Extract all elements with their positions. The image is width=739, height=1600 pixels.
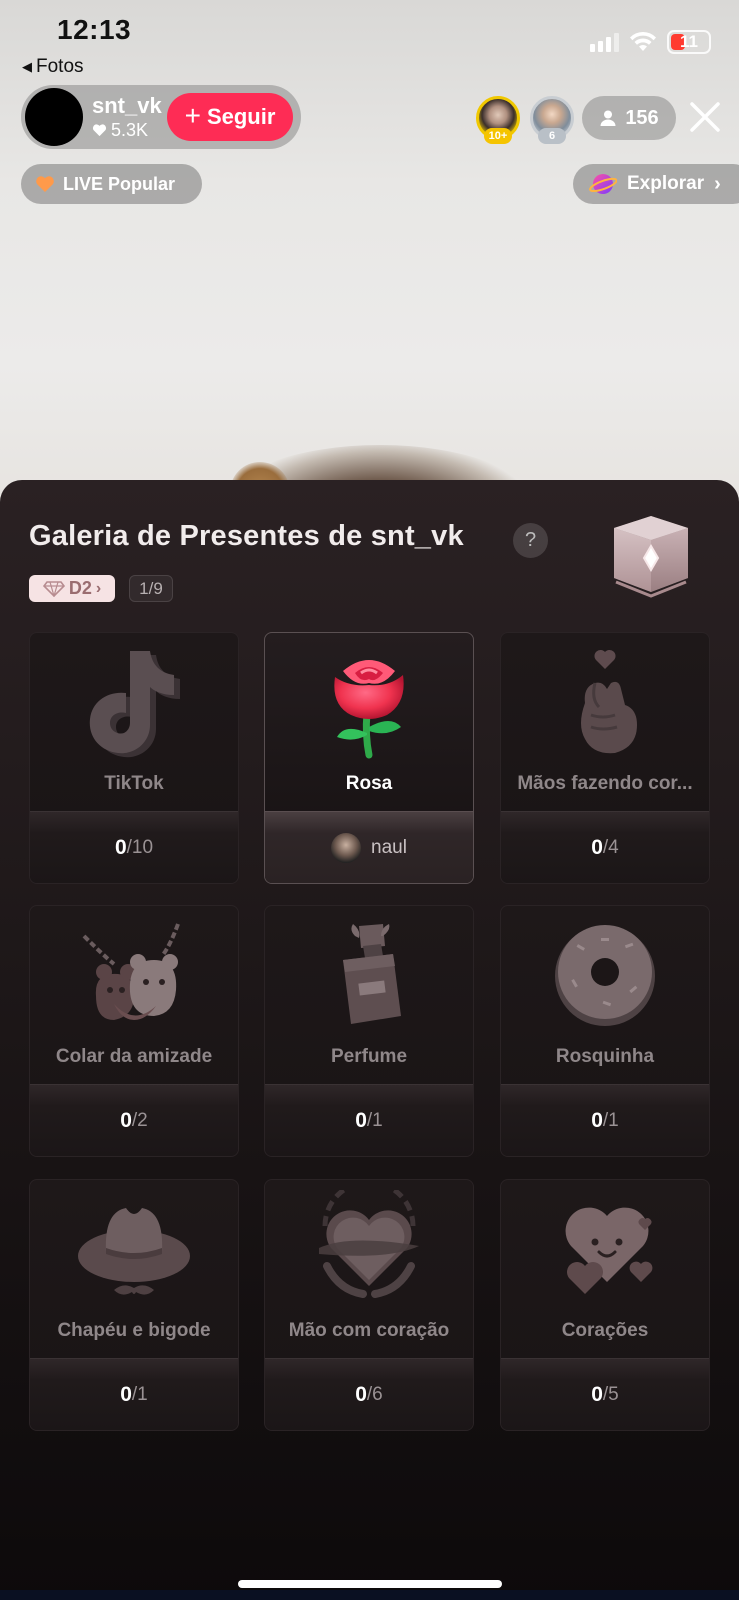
hat-mustache-icon xyxy=(78,1208,190,1295)
gift-card-chapeu-e-bigode[interactable]: Chapéu e bigode 0 /1 xyxy=(29,1179,239,1431)
help-button[interactable]: ? xyxy=(513,523,548,558)
gift-top-sender[interactable]: naul xyxy=(265,811,473,883)
finger-heart-icon xyxy=(581,649,637,754)
chevron-right-icon: › xyxy=(714,172,721,195)
gift-name: Chapéu e bigode xyxy=(57,1320,211,1341)
live-popular-label: LIVE Popular xyxy=(63,173,176,194)
gift-total: /1 xyxy=(131,1383,148,1405)
gift-name: Mãos fazendo cor... xyxy=(517,773,693,794)
gift-count: 0 xyxy=(120,1382,132,1406)
rose-icon xyxy=(334,660,404,759)
orange-heart-icon xyxy=(36,176,54,192)
gift-name: TikTok xyxy=(104,773,164,794)
gift-card-maos-fazendo-coracao[interactable]: Mãos fazendo cor... 0 /4 xyxy=(500,632,710,884)
sender-name: naul xyxy=(371,836,407,858)
wifi-icon xyxy=(630,31,656,51)
gift-card-perfume[interactable]: Perfume 0 /1 xyxy=(264,905,474,1157)
cellular-signal-icon xyxy=(590,32,619,52)
gift-progress: 0 /5 xyxy=(501,1358,709,1430)
top-viewer-2-badge: 6 xyxy=(538,128,566,144)
status-time: 12:13 xyxy=(57,14,132,45)
viewer-count: 156 xyxy=(625,106,659,129)
bottom-strip xyxy=(0,1590,739,1600)
gift-card-rosa[interactable]: Rosa naul xyxy=(264,632,474,884)
gift-progress: 0 /2 xyxy=(30,1084,238,1156)
battery-icon: 11 xyxy=(667,30,711,54)
follow-label: Seguir xyxy=(206,104,276,129)
gift-card-coracoes[interactable]: Corações 0 /5 xyxy=(500,1179,710,1431)
gift-name: Mão com coração xyxy=(288,1320,450,1341)
gift-name: Corações xyxy=(561,1320,649,1341)
gift-name: Perfume xyxy=(330,1046,408,1067)
tiktok-logo-icon xyxy=(89,651,180,758)
gift-total: /5 xyxy=(602,1383,619,1405)
gift-total: /1 xyxy=(366,1109,383,1131)
gift-name: Colar da amizade xyxy=(55,1046,213,1067)
gift-progress: 0 /6 xyxy=(265,1358,473,1430)
home-indicator[interactable] xyxy=(238,1580,502,1588)
gift-count: 0 xyxy=(355,1108,367,1132)
gift-total: /4 xyxy=(602,836,619,858)
host-info-pill[interactable]: snt_vk 5.3K + Seguir xyxy=(21,85,301,149)
gift-total: /10 xyxy=(126,836,154,858)
planet-icon xyxy=(589,174,617,194)
back-arrow-icon: ◀ xyxy=(22,59,32,74)
top-viewer-2[interactable]: 6 xyxy=(530,96,574,144)
gift-progress: 0 /4 xyxy=(501,811,709,883)
battery-level: 11 xyxy=(680,32,698,51)
gift-card-rosquinha[interactable]: Rosquinha 0 /1 xyxy=(500,905,710,1157)
gift-total: /2 xyxy=(131,1109,148,1131)
gift-total: /6 xyxy=(366,1383,383,1405)
follow-button[interactable]: + Seguir xyxy=(167,93,293,141)
gift-progress: 0 /1 xyxy=(30,1358,238,1430)
explore-pill[interactable]: Explorar › xyxy=(573,164,739,204)
gift-count: 0 xyxy=(591,1108,603,1132)
host-username: snt_vk xyxy=(92,92,162,118)
gift-total: /1 xyxy=(602,1109,619,1131)
host-avatar[interactable] xyxy=(25,88,83,146)
friendship-necklace-icon xyxy=(82,923,180,1020)
back-to-photos-link[interactable]: ◀ Fotos xyxy=(22,56,84,78)
gift-progress: 0 /10 xyxy=(30,811,238,883)
close-icon[interactable] xyxy=(688,100,722,134)
viewer-count-pill[interactable]: 156 xyxy=(582,96,676,140)
host-likes: 5.3K xyxy=(92,120,162,141)
gift-name: Rosa xyxy=(345,773,393,794)
sender-avatar xyxy=(331,832,362,863)
live-popular-pill[interactable]: LIVE Popular xyxy=(21,164,202,204)
heart-icon xyxy=(92,124,107,137)
host-likes-count: 5.3K xyxy=(111,119,149,140)
gift-gallery-panel: Galeria de Presentes de snt_vk ? D2 › 1/… xyxy=(0,480,739,1600)
page-counter: 1/9 xyxy=(129,575,173,602)
gift-count: 0 xyxy=(591,835,603,859)
status-icons: 11 xyxy=(590,30,711,54)
person-icon xyxy=(600,110,616,126)
back-label: Fotos xyxy=(36,56,84,77)
top-viewer-1-badge: 10+ xyxy=(484,128,512,144)
gallery-cube-icon[interactable] xyxy=(606,510,696,598)
live-video[interactable] xyxy=(0,0,739,520)
diamond-icon xyxy=(42,580,65,597)
plus-icon: + xyxy=(184,100,201,131)
hand-heart-icon xyxy=(319,1190,419,1298)
top-viewer-1[interactable]: 10+ xyxy=(476,96,520,144)
gift-count: 0 xyxy=(355,1382,367,1406)
gift-progress: 0 /1 xyxy=(265,1084,473,1156)
gift-count: 0 xyxy=(120,1108,132,1132)
level-chip[interactable]: D2 › xyxy=(29,575,115,602)
explore-label: Explorar xyxy=(627,173,705,194)
gift-name: Rosquinha xyxy=(555,1046,655,1067)
gift-card-tiktok[interactable]: TikTok 0 /10 xyxy=(29,632,239,884)
gift-card-colar-da-amizade[interactable]: Colar da amizade 0 /2 xyxy=(29,905,239,1157)
chevron-right-icon: › xyxy=(95,579,102,597)
level-label: D2 xyxy=(68,578,92,598)
gift-progress: 0 /1 xyxy=(501,1084,709,1156)
gallery-title: Galeria de Presentes de snt_vk xyxy=(29,520,464,552)
gift-count: 0 xyxy=(114,835,127,859)
donut-icon xyxy=(555,925,655,1026)
gift-card-mao-com-coracao[interactable]: Mão com coração 0 /6 xyxy=(264,1179,474,1431)
hearts-icon xyxy=(565,1207,653,1294)
perfume-icon xyxy=(343,924,401,1024)
gift-count: 0 xyxy=(591,1382,603,1406)
